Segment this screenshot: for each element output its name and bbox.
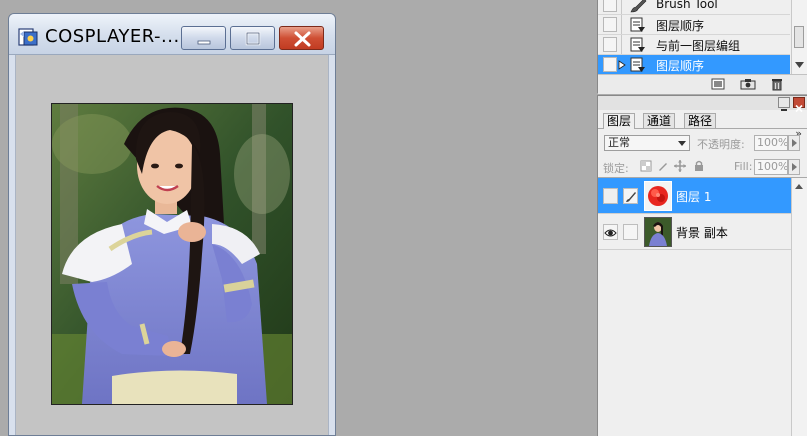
layer-name: 图层 1 (676, 190, 712, 204)
lock-label: 锁定: (603, 162, 629, 175)
layer-link-toggle[interactable] (623, 188, 638, 204)
lock-transparent-pixels-icon[interactable] (640, 160, 652, 172)
blend-opacity-row: 正常 不透明度: 100% (598, 132, 807, 153)
layer-thumbnail[interactable] (644, 181, 672, 211)
history-source-checkbox[interactable] (603, 17, 617, 32)
layer-name: 背景 副本 (676, 226, 728, 240)
brush-icon (630, 0, 647, 13)
panel-minimize-button[interactable] (778, 97, 790, 111)
close-button[interactable] (279, 26, 324, 50)
document-image[interactable] (51, 103, 293, 405)
fill-label: Fill: (734, 160, 753, 173)
blend-mode-value: 正常 (608, 136, 630, 149)
history-source-checkbox[interactable] (603, 37, 617, 52)
photoshop-document-icon (18, 28, 38, 46)
portrait-photo (52, 104, 292, 404)
layer-thumbnail[interactable] (644, 217, 672, 247)
layers-scrollbar[interactable] (791, 178, 807, 436)
history-source-checkbox[interactable] (603, 0, 617, 12)
fill-slider-button[interactable] (788, 159, 800, 175)
close-icon (294, 31, 311, 47)
history-item[interactable]: 与前一图层编组 (598, 35, 790, 55)
history-state-icon (630, 37, 645, 52)
document-title: COSPLAYER-... (45, 26, 180, 47)
layer-row-selected[interactable]: 图层 1 (598, 178, 791, 214)
document-titlebar[interactable]: COSPLAYER-... (9, 14, 335, 55)
snapshot-camera-icon[interactable] (740, 78, 756, 90)
maximize-button[interactable] (230, 26, 275, 50)
panel-close-button[interactable] (793, 97, 805, 113)
scroll-down-icon[interactable] (795, 62, 804, 68)
red-rose-thumb-icon (645, 182, 671, 210)
chevron-down-icon (678, 141, 686, 146)
history-state-icon (630, 17, 645, 32)
trash-icon[interactable] (771, 78, 783, 91)
lock-position-icon[interactable] (674, 160, 686, 172)
history-state-icon (630, 57, 645, 72)
opacity-input[interactable]: 100% (754, 135, 788, 151)
opacity-label: 不透明度: (697, 138, 745, 151)
history-item-label: 图层顺序 (656, 59, 705, 73)
history-divider (621, 0, 622, 14)
tab-layers[interactable]: 图层 (603, 113, 636, 129)
maximize-icon (245, 31, 261, 46)
history-scroll-thumb[interactable] (794, 26, 804, 48)
tab-paths[interactable]: 路径 (684, 113, 717, 128)
scroll-up-icon[interactable] (795, 184, 803, 189)
brush-icon (626, 192, 636, 202)
history-item-label: Brush Tool (656, 0, 718, 11)
new-document-from-state-icon[interactable] (711, 78, 725, 90)
minimize-icon (197, 40, 211, 45)
lock-all-icon[interactable] (693, 160, 705, 172)
opacity-slider-button[interactable] (788, 135, 800, 151)
layer-visibility-toggle[interactable] (603, 188, 618, 204)
minimize-button[interactable] (181, 26, 226, 50)
history-state-marker-icon (618, 60, 626, 70)
fill-input[interactable]: 100% (754, 159, 788, 175)
lock-fill-row: 锁定: Fill: 100% (598, 156, 807, 177)
history-item[interactable]: 图层顺序 (598, 15, 790, 35)
document-window: COSPLAYER-... (8, 13, 336, 436)
history-divider (621, 15, 622, 34)
history-panel: Brush Tool 图层顺序 与前一图层编组 图层顺序 (597, 0, 807, 94)
layers-panel-header[interactable] (598, 96, 807, 113)
history-item-label: 图层顺序 (656, 19, 705, 33)
layer-row[interactable]: 背景 副本 (598, 214, 791, 250)
history-source-checkbox[interactable] (603, 57, 617, 72)
layer-visibility-toggle[interactable] (603, 224, 618, 240)
window-frame-left (9, 55, 16, 435)
blend-mode-select[interactable]: 正常 (604, 135, 690, 151)
lock-image-pixels-icon[interactable] (657, 160, 669, 172)
layers-panel-tabs: 图层 通道 路径 » (598, 110, 807, 140)
tab-channels[interactable]: 通道 (643, 113, 676, 128)
history-item[interactable]: Brush Tool (598, 0, 790, 15)
history-divider (621, 35, 622, 54)
history-item-current[interactable]: 图层顺序 (598, 55, 790, 75)
history-footer (598, 74, 807, 94)
layers-panel: 图层 通道 路径 » 正常 不透明度: 100% 锁定: Fill: 100% … (597, 95, 807, 436)
history-item-label: 与前一图层编组 (656, 39, 741, 53)
window-frame-right (328, 55, 335, 435)
photo-thumb-icon (645, 218, 671, 246)
layer-link-toggle[interactable] (623, 224, 638, 240)
history-scrollbar[interactable] (791, 0, 807, 74)
workspace: COSPLAYER-... Brush Tool 图层顺序 与前一图层编组 图层… (0, 0, 807, 436)
eye-icon (604, 229, 617, 237)
